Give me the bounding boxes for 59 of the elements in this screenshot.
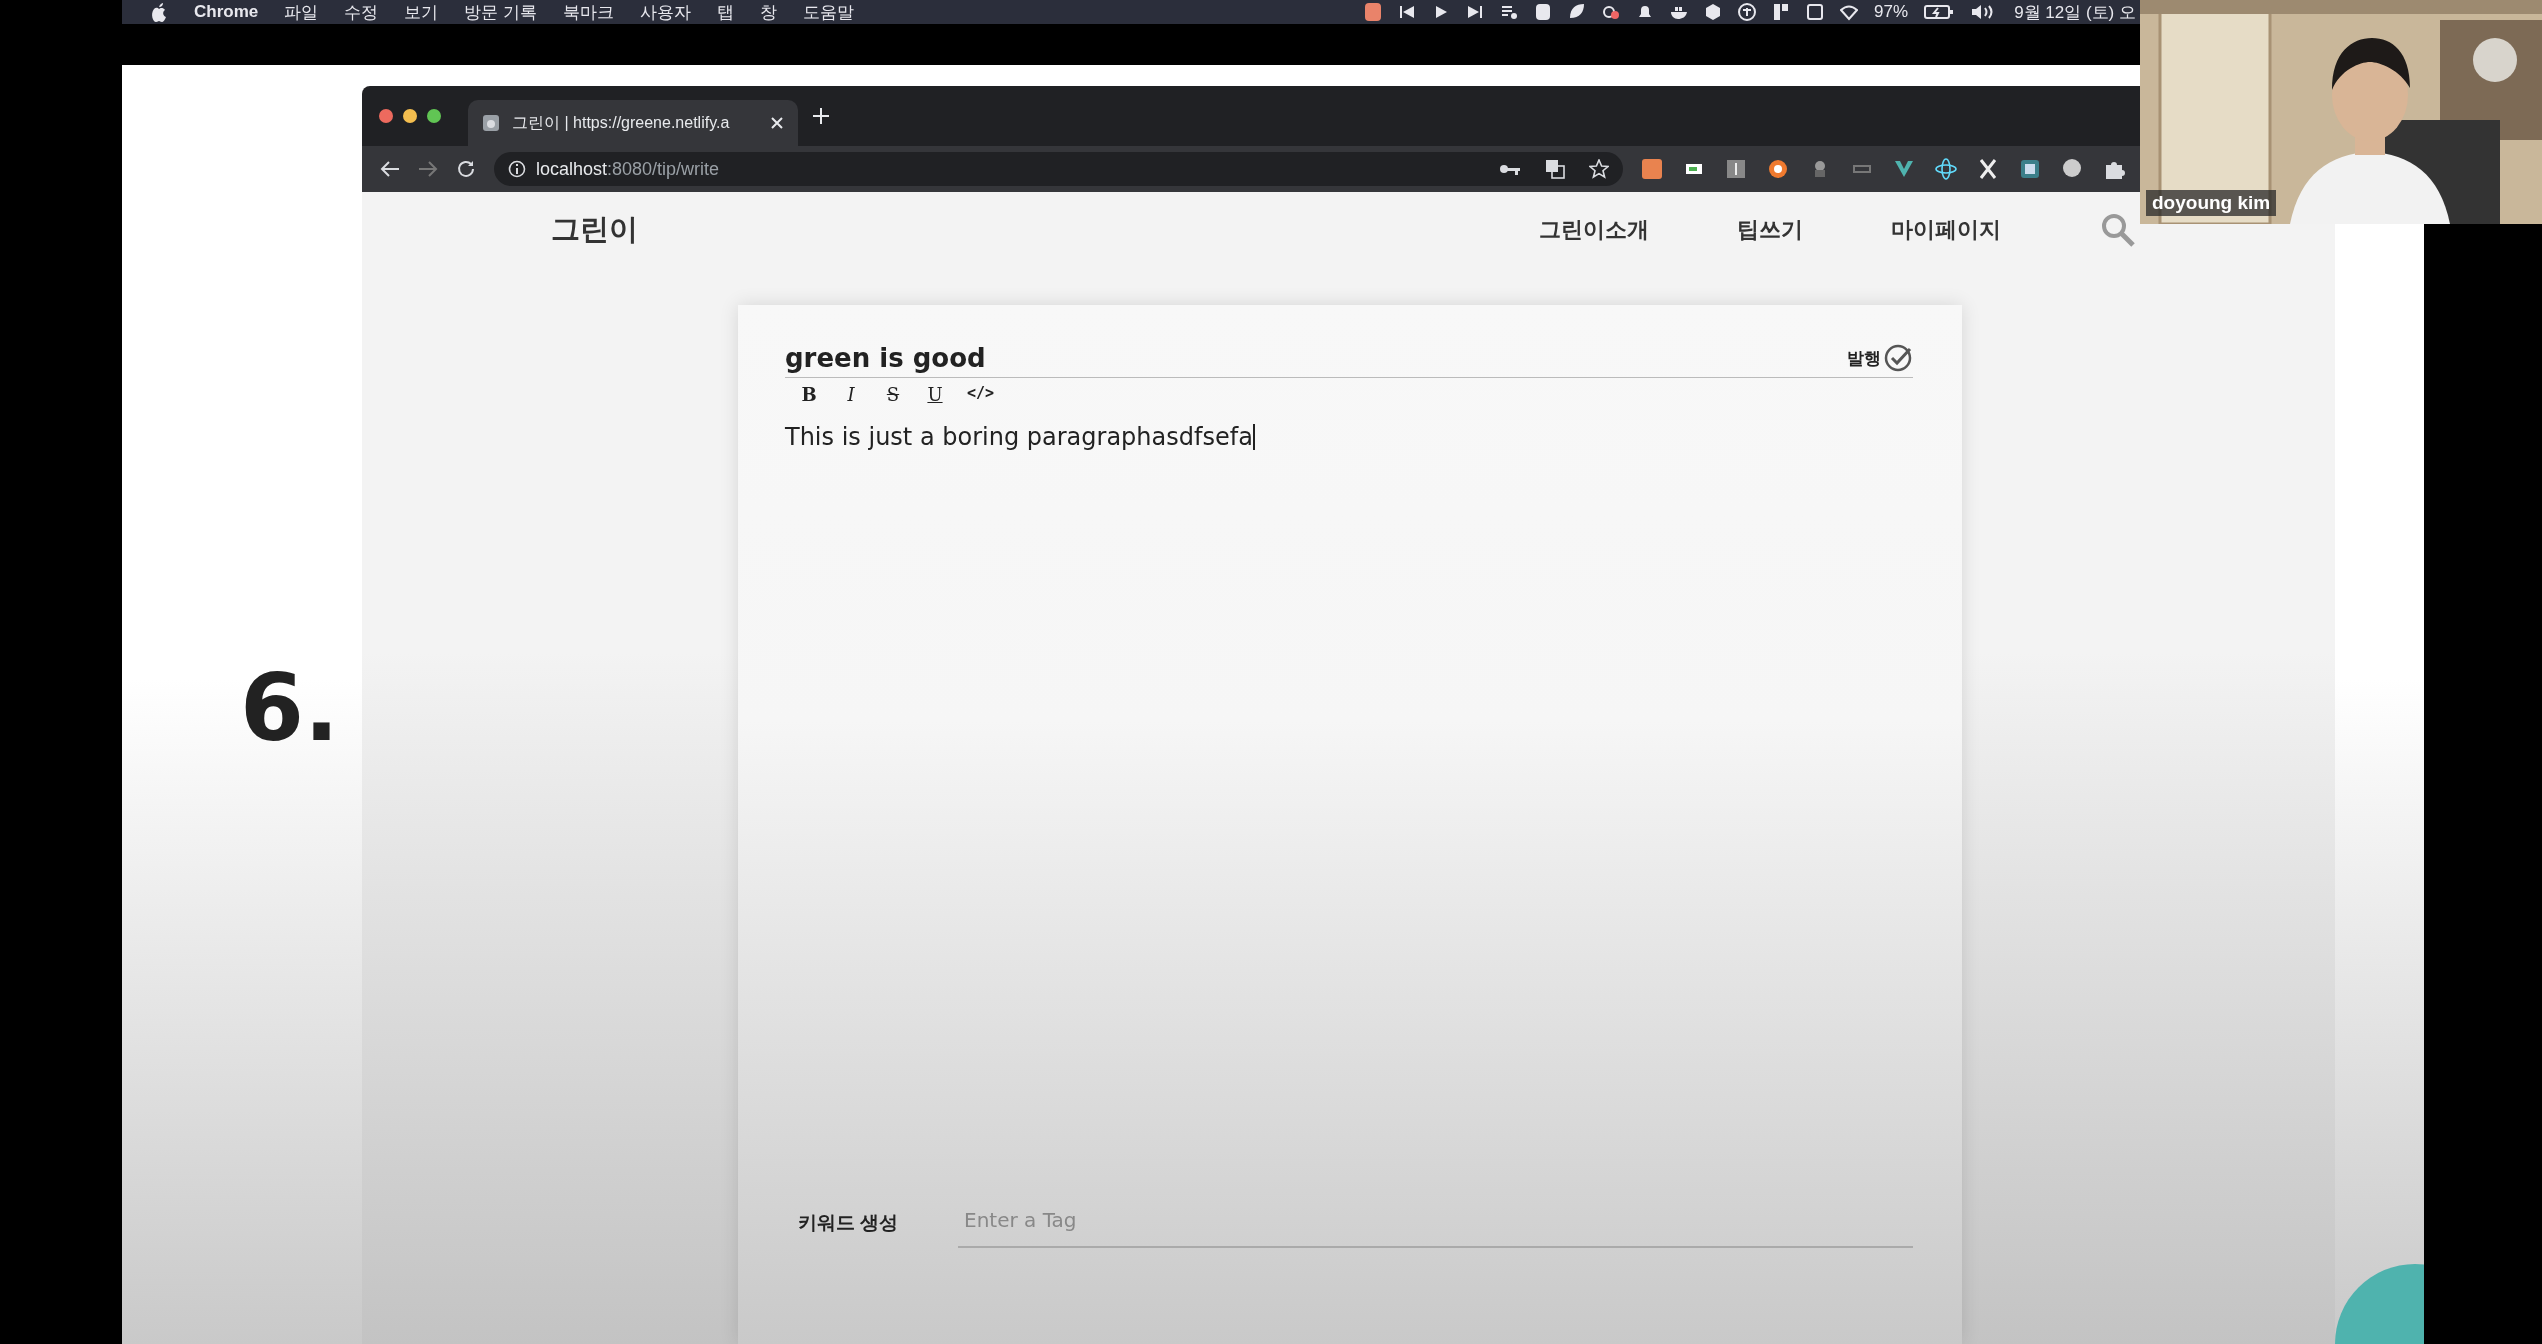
check-circle-icon [1883,343,1913,373]
menu-item[interactable]: 수정 [344,0,379,24]
forward-icon[interactable] [418,160,438,178]
strikethrough-button[interactable]: S [883,384,903,405]
extension-icon[interactable] [1767,158,1789,180]
extension-icon[interactable] [1935,158,1957,180]
menu-item[interactable]: 탭 [716,0,734,24]
menu-item[interactable]: 보기 [404,0,439,24]
close-icon[interactable] [770,116,784,130]
italic-button[interactable]: I [841,384,861,405]
menu-item[interactable]: 사용자 [639,0,691,24]
reload-icon[interactable] [456,159,476,179]
publish-button[interactable]: 발행 [1847,343,1913,373]
new-tab-icon[interactable] [812,107,830,125]
browser-tab[interactable]: 그린이 | https://greene.netlify.a [468,100,798,146]
body-paragraph: This is just a boring paragraphasdfsefa [785,423,1253,451]
search-icon[interactable] [2101,213,2135,247]
tag-input-field[interactable]: Enter a Tag [958,1198,1913,1248]
nav-link[interactable]: 팁쓰기 [1737,215,1803,245]
tag-label: 키워드 생성 [798,1211,900,1235]
post-title[interactable]: green is good [785,343,1847,373]
battery-icon[interactable] [1924,2,1955,22]
underline-button[interactable]: U [925,384,945,405]
layout-icon[interactable] [1772,2,1791,22]
nav-link[interactable]: 마이페이지 [1891,215,2001,245]
badge-icon[interactable] [1364,2,1383,22]
menu-item[interactable]: 창 [759,0,777,24]
menu-clock[interactable]: 9월 12일 (토) 오 [2014,0,2136,24]
participant-name: doyoung kim [2146,190,2277,216]
apple-icon[interactable] [150,2,168,22]
square-icon[interactable] [1534,2,1553,22]
extension-icon[interactable] [1977,158,1999,180]
menu-item[interactable]: 북마크 [562,0,614,24]
bold-button[interactable]: B [799,384,819,405]
extension-icon[interactable] [2019,158,2041,180]
extension-icon[interactable] [1725,158,1747,180]
translate-icon[interactable] [1545,159,1565,179]
menu-item[interactable]: 파일 [284,0,319,24]
star-icon[interactable] [1589,159,1609,179]
back-icon[interactable] [380,160,400,178]
battery-percentage: 97% [1874,2,1909,22]
extension-icon[interactable] [2061,158,2083,180]
tab-title: 그린이 | https://greene.netlify.a [512,112,731,133]
menu-item[interactable]: 도움말 [802,0,854,24]
code-button[interactable]: </> [967,384,995,405]
menu-item[interactable]: 방문 기록 [464,0,537,24]
app-menu[interactable]: Chrome [194,2,259,22]
site-logo[interactable]: 그린이 [551,210,638,250]
window-icon[interactable] [1806,2,1825,22]
slide-heading: 6. [240,655,339,762]
nav-link[interactable]: 그린이소개 [1539,215,1649,245]
text-cursor [1252,424,1255,450]
url-path: :8080/tip/write [607,158,720,180]
info-icon [508,160,526,178]
address-bar[interactable]: localhost:8080/tip/write [494,152,1623,186]
favicon-icon [482,114,500,132]
url-host: localhost [536,158,608,180]
key-icon[interactable] [1499,162,1521,176]
window-controls-icon[interactable] [378,108,442,124]
